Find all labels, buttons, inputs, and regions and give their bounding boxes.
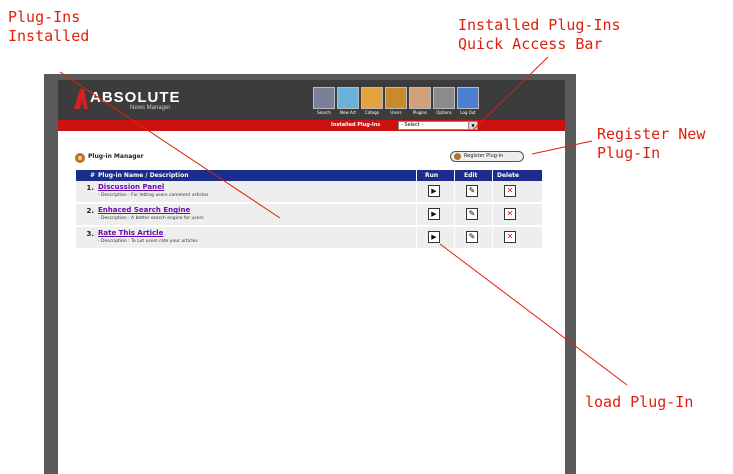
- annotation-quick-access-bar: Installed Plug-Ins Quick Access Bar: [458, 16, 621, 53]
- new-article-icon: [337, 87, 359, 109]
- nav-categories[interactable]: Catego: [361, 87, 383, 119]
- divider: [454, 181, 455, 202]
- quick-access-bar: Search New Art Catego Users Plugins Opti…: [313, 87, 479, 119]
- delete-button[interactable]: ✕: [504, 185, 516, 197]
- edit-button[interactable]: ✎: [466, 208, 478, 220]
- nav-label: New Art: [340, 110, 356, 115]
- divider: [416, 204, 417, 225]
- plugin-manager-icon: [75, 153, 85, 163]
- plugin-icon: [454, 153, 461, 160]
- search-icon: [313, 87, 335, 109]
- plugin-description: - Description : To Let users rate your a…: [98, 239, 198, 244]
- nav-new-article[interactable]: New Art: [337, 87, 359, 119]
- options-icon: [433, 87, 455, 109]
- divider: [416, 181, 417, 202]
- edit-icon: ✎: [468, 209, 476, 218]
- col-run: Run: [425, 172, 439, 179]
- row-number: 1.: [86, 184, 94, 192]
- row-number: 2.: [86, 207, 94, 215]
- col-edit: Edit: [464, 172, 478, 179]
- nav-label: Users: [390, 110, 402, 115]
- divider: [492, 227, 493, 248]
- divider: [454, 170, 455, 181]
- edit-button[interactable]: ✎: [466, 185, 478, 197]
- run-button[interactable]: ▶: [428, 231, 440, 243]
- divider: [492, 204, 493, 225]
- row-number: 3.: [86, 230, 94, 238]
- nav-logout[interactable]: Log Out: [457, 87, 479, 119]
- logo-icon: [74, 89, 88, 109]
- plugin-description: - Description : For letting users commen…: [98, 193, 209, 198]
- users-icon: [385, 87, 407, 109]
- divider: [492, 181, 493, 202]
- app-header: ABSOLUTE News Manager Search New Art Cat…: [58, 80, 565, 120]
- divider: [454, 204, 455, 225]
- nav-label: Options: [436, 110, 452, 115]
- logout-icon: [457, 87, 479, 109]
- annotation-load-plugin: load Plug-In: [585, 393, 694, 411]
- run-button[interactable]: ▶: [428, 208, 440, 220]
- edit-button[interactable]: ✎: [466, 231, 478, 243]
- run-button[interactable]: ▶: [428, 185, 440, 197]
- nav-label: Search: [317, 110, 331, 115]
- divider: [416, 170, 417, 181]
- close-icon: ✕: [506, 209, 514, 218]
- installed-plugins-select[interactable]: - Select - ▼: [398, 121, 478, 130]
- table-row: 2. Enhaced Search Engine - Description :…: [76, 204, 542, 227]
- close-icon: ✕: [506, 232, 514, 241]
- chevron-down-icon: ▼: [468, 122, 477, 129]
- close-icon: ✕: [506, 186, 514, 195]
- col-name: Plug-in Name / Description: [98, 172, 189, 179]
- edit-icon: ✎: [468, 232, 476, 241]
- nav-label: Catego: [364, 110, 380, 115]
- col-delete: Delete: [497, 172, 520, 179]
- plugin-name-link[interactable]: Rate This Article: [98, 229, 163, 237]
- annotation-register-plugin: Register New Plug-In: [597, 125, 706, 162]
- nav-plugins[interactable]: Plugins: [409, 87, 431, 119]
- col-num: #: [90, 172, 96, 179]
- divider: [454, 227, 455, 248]
- divider: [492, 170, 493, 181]
- select-value: - Select -: [401, 122, 424, 128]
- annotation-plugins-installed: Plug-Ins Installed: [8, 8, 90, 45]
- app-logo-subtitle: News Manager: [130, 105, 171, 111]
- play-icon: ▶: [431, 210, 437, 218]
- play-icon: ▶: [431, 233, 437, 241]
- delete-button[interactable]: ✕: [504, 231, 516, 243]
- plugin-name-link[interactable]: Enhaced Search Engine: [98, 206, 190, 214]
- table-row: 1. Discussion Panel - Description : For …: [76, 181, 542, 204]
- edit-icon: ✎: [468, 186, 476, 195]
- plugins-table: # Plug-in Name / Description Run Edit De…: [76, 170, 542, 250]
- plugin-name-link[interactable]: Discussion Panel: [98, 183, 164, 191]
- installed-plugins-label: Installed Plug-Ins: [331, 122, 381, 128]
- table-header: # Plug-in Name / Description Run Edit De…: [76, 170, 542, 181]
- app-logo: ABSOLUTE: [90, 89, 181, 106]
- nav-options[interactable]: Options: [433, 87, 455, 119]
- app-panel: ABSOLUTE News Manager Search New Art Cat…: [58, 80, 565, 474]
- installed-plugins-bar: Installed Plug-Ins - Select - ▼: [58, 120, 565, 131]
- play-icon: ▶: [431, 187, 437, 195]
- plugins-icon: [409, 87, 431, 109]
- divider: [416, 227, 417, 248]
- table-row: 3. Rate This Article - Description : To …: [76, 227, 542, 250]
- delete-button[interactable]: ✕: [504, 208, 516, 220]
- page-title: Plug-in Manager: [88, 153, 144, 160]
- nav-label: Log Out: [460, 110, 476, 115]
- plugin-description: - Description : A better search engine f…: [98, 216, 204, 221]
- nav-label: Plugins: [412, 110, 428, 115]
- nav-search[interactable]: Search: [313, 87, 335, 119]
- categories-icon: [361, 87, 383, 109]
- register-plugin-button[interactable]: Register Plug-In: [450, 151, 524, 162]
- register-plugin-label: Register Plug-In: [464, 153, 504, 159]
- nav-users[interactable]: Users: [385, 87, 407, 119]
